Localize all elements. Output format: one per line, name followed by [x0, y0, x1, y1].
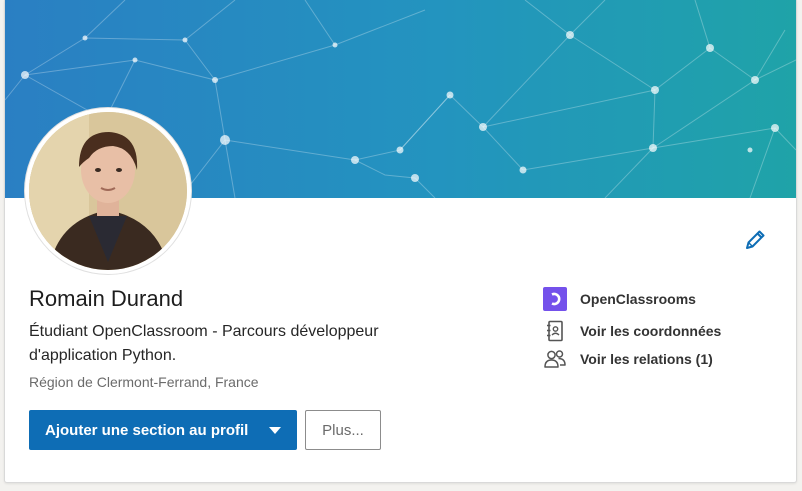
contact-card-icon [547, 320, 563, 342]
profile-avatar[interactable] [25, 108, 191, 274]
more-button[interactable]: Plus... [305, 410, 381, 450]
connections-label: Voir les relations (1) [580, 351, 713, 367]
contact-info-link[interactable]: Voir les coordonnées [543, 318, 721, 344]
edit-profile-button[interactable] [741, 226, 769, 254]
caret-down-icon[interactable] [269, 427, 281, 434]
current-company-link[interactable]: OpenClassrooms [543, 286, 696, 312]
people-icon [544, 350, 566, 368]
profile-name: Romain Durand [29, 286, 184, 311]
current-company-label: OpenClassrooms [580, 291, 696, 307]
profile-card: Romain Durand Étudiant OpenClassroom - P… [4, 0, 797, 483]
profile-location: Région de Clermont-Ferrand, France [29, 374, 259, 390]
profile-headline: Étudiant OpenClassroom - Parcours dévelo… [29, 323, 379, 364]
connections-link[interactable]: Voir les relations (1) [543, 346, 713, 372]
pencil-icon [746, 230, 765, 249]
contact-info-label: Voir les coordonnées [580, 323, 722, 339]
openclassrooms-logo-icon [543, 287, 567, 311]
add-profile-section-button[interactable]: Ajouter une section au profil [29, 410, 297, 450]
add-profile-section-label: Ajouter une section au profil [45, 421, 249, 439]
